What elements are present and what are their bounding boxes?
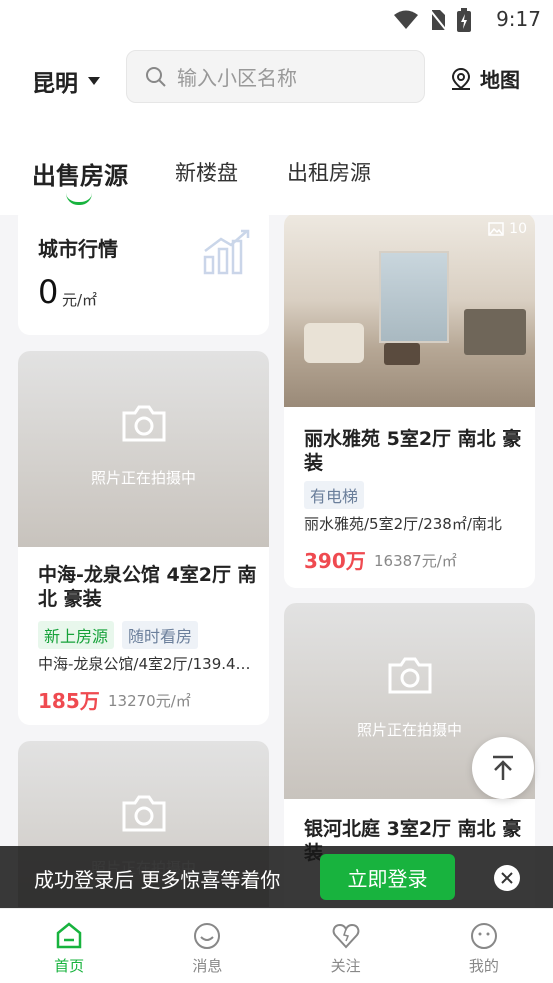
listing-photo-placeholder: 照片正在拍摄中	[18, 351, 269, 547]
map-label: 地图	[480, 68, 520, 92]
listing-desc: 中海-龙泉公馆/4室2厅/139.4…	[38, 655, 251, 673]
nav-profile[interactable]: 我的	[415, 909, 553, 983]
city-label: 昆明	[32, 71, 78, 97]
no-sim-icon	[429, 9, 447, 31]
placeholder-text: 照片正在拍摄中	[90, 469, 196, 487]
photo-table	[384, 343, 420, 365]
listing-tags: 新上房源 随时看房	[38, 621, 199, 649]
image-icon	[488, 222, 504, 236]
market-title: 城市行情	[38, 237, 118, 261]
listing-feed[interactable]: 城市行情 0 元/㎡ 照片正在拍摄中 中海-龙泉公馆 4室2厅 南北 豪装 新上…	[0, 215, 553, 907]
listing-unit-price: 16387元/㎡	[374, 552, 457, 570]
header: 昆明 输入小区名称 地图	[0, 40, 553, 115]
tab-new-homes[interactable]: 新楼盘	[175, 157, 238, 187]
tag-label: 新上房源	[38, 621, 115, 649]
bottom-nav: 首页 消息 关注 我的	[0, 908, 553, 983]
nav-label: 消息	[192, 957, 223, 975]
city-selector[interactable]: 昆明	[32, 64, 100, 98]
status-icons	[393, 8, 471, 32]
photo-tv	[464, 309, 526, 355]
login-button[interactable]: 立即登录	[320, 854, 455, 900]
camera-icon	[122, 795, 165, 832]
status-time: 9:17	[496, 7, 541, 31]
listing-card[interactable]: 照片正在拍摄中 中海-龙泉公馆 4室2厅 南北 豪装 新上房源 随时看房 中海-…	[18, 351, 269, 725]
photo-window	[379, 251, 449, 343]
listing-desc: 丽水雅苑/5室2厅/238㎡/南北	[304, 515, 502, 533]
location-pin-icon	[451, 67, 471, 90]
status-bar: 9:17	[0, 0, 553, 40]
nav-home[interactable]: 首页	[0, 909, 138, 983]
listing-price: 390万	[304, 549, 366, 573]
search-input[interactable]: 输入小区名称	[126, 50, 425, 103]
listing-photo: 10	[284, 215, 535, 407]
nav-messages[interactable]: 消息	[138, 909, 276, 983]
listing-title: 中海-龙泉公馆 4室2厅 南北 豪装	[38, 564, 257, 610]
tag-label: 随时看房	[122, 621, 199, 649]
listing-card[interactable]: 10 丽水雅苑 5室2厅 南北 豪装 有电梯 丽水雅苑/5室2厅/238㎡/南北…	[284, 215, 535, 588]
login-banner-message: 成功登录后 更多惊喜等着你	[34, 868, 281, 892]
caret-down-icon	[88, 77, 100, 85]
listing-unit-price: 13270元/㎡	[108, 692, 191, 710]
photo-count-label: 10	[509, 221, 527, 237]
tab-rentals[interactable]: 出租房源	[287, 157, 371, 187]
photo-count: 10	[488, 221, 527, 237]
nav-follow[interactable]: 关注	[277, 909, 415, 983]
message-icon	[194, 923, 221, 949]
arrow-up-icon	[493, 755, 513, 780]
market-card[interactable]: 城市行情 0 元/㎡	[18, 215, 269, 335]
map-button[interactable]: 地图	[450, 64, 520, 93]
battery-icon	[457, 8, 471, 32]
close-icon	[501, 872, 513, 884]
camera-icon	[122, 405, 165, 442]
listing-title: 丽水雅苑 5室2厅 南北 豪装	[304, 428, 522, 474]
listing-price: 185万	[38, 689, 100, 713]
close-banner-button[interactable]	[494, 865, 520, 891]
market-unit: 元/㎡	[62, 291, 98, 309]
nav-label: 关注	[330, 957, 361, 975]
nav-label: 首页	[54, 957, 85, 975]
tag-label: 有电梯	[304, 481, 365, 509]
active-tab-indicator	[66, 193, 92, 205]
chart-trend-icon	[203, 229, 250, 275]
market-value: 0	[38, 273, 59, 311]
camera-icon	[388, 657, 431, 694]
tab-for-sale[interactable]: 出售房源	[32, 156, 128, 191]
photo-sofa	[304, 323, 364, 363]
home-icon	[56, 922, 82, 949]
back-to-top-button[interactable]	[472, 737, 534, 799]
search-icon	[146, 66, 166, 87]
listing-tabs: 出售房源 新楼盘 出租房源	[0, 115, 553, 215]
listing-tags: 有电梯	[304, 481, 365, 509]
profile-icon	[470, 923, 497, 949]
heart-icon	[332, 923, 359, 949]
nav-label: 我的	[468, 957, 499, 975]
login-banner: 成功登录后 更多惊喜等着你 立即登录	[0, 846, 553, 908]
search-placeholder: 输入小区名称	[177, 66, 297, 90]
wifi-icon	[394, 10, 418, 29]
